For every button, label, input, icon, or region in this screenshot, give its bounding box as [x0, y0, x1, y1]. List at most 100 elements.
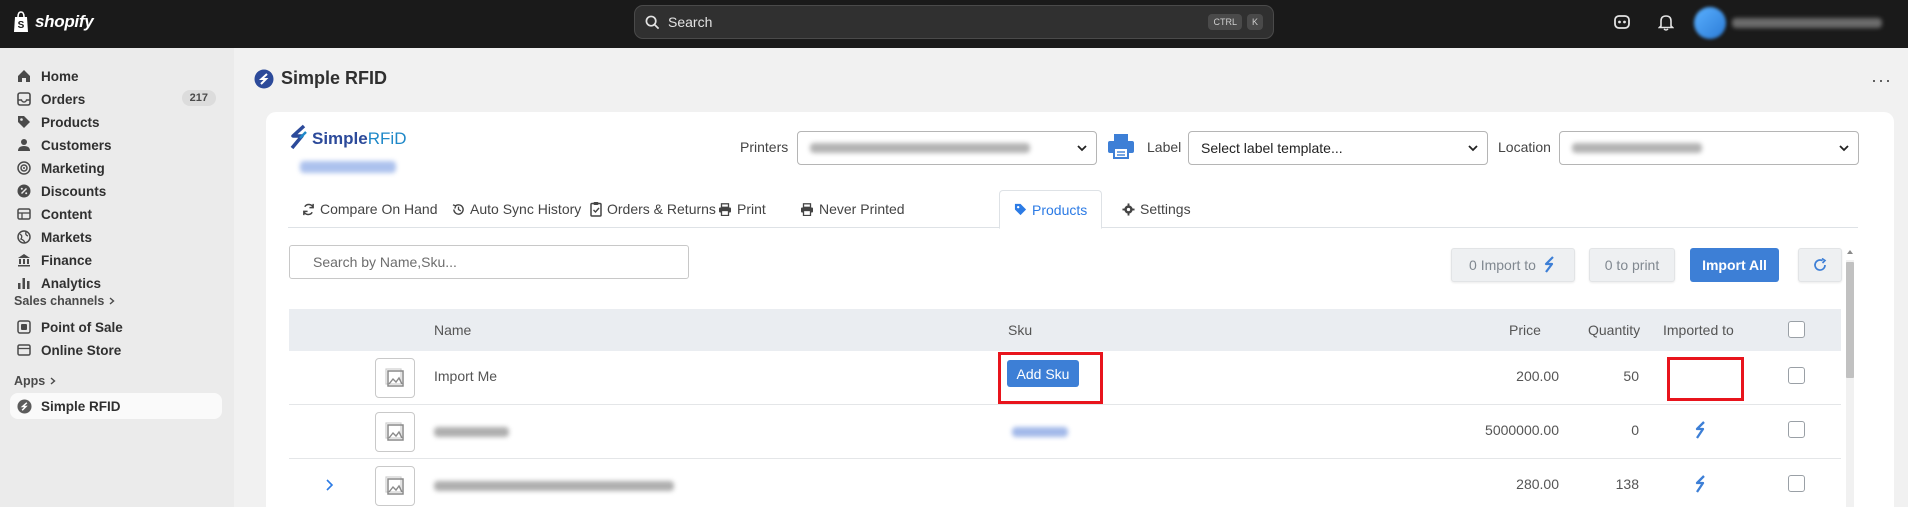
label-label: Label: [1147, 139, 1182, 155]
tab-label: Auto Sync History: [470, 201, 582, 217]
inbox-icon: [16, 91, 32, 107]
sync-icon: [303, 203, 314, 215]
table-scrollbar[interactable]: [1846, 248, 1854, 507]
person-icon: [16, 137, 32, 153]
highlight-box-add-sku: [998, 352, 1103, 404]
printer-button[interactable]: [1104, 130, 1138, 162]
logo-brand-bold: Simple: [312, 129, 368, 148]
tab-products[interactable]: Products: [999, 190, 1103, 229]
tag-icon: [16, 114, 32, 130]
simple-rfid-icon: [1544, 256, 1554, 273]
sidebar-item-label: Marketing: [41, 160, 105, 176]
store-icon[interactable]: [1612, 12, 1632, 32]
tab-compare-on-hand[interactable]: Compare On Hand: [288, 190, 452, 228]
chevron-down-icon: [1077, 145, 1087, 152]
column-imported-to: Imported to: [1663, 322, 1734, 338]
global-search[interactable]: Search CTRL K: [634, 5, 1274, 39]
tab-print[interactable]: Print: [704, 190, 780, 228]
simple-rfid-icon: [1695, 421, 1705, 439]
pos-icon: [16, 319, 32, 335]
more-actions-button[interactable]: ···: [1871, 70, 1892, 91]
row-checkbox[interactable]: [1788, 367, 1805, 384]
product-sku-redacted[interactable]: [1012, 427, 1068, 437]
sidebar-item-label: Finance: [41, 252, 93, 268]
tab-never-printed[interactable]: Never Printed: [786, 190, 919, 228]
clipboard-icon: [590, 202, 602, 217]
tab-label: Products: [1032, 201, 1088, 218]
product-thumbnail: [375, 358, 415, 398]
sidebar-item-label: Discounts: [41, 183, 107, 199]
shortcut-ctrl: CTRL: [1208, 14, 1242, 30]
highlight-box-imported-to: [1667, 357, 1744, 401]
bell-icon[interactable]: [1656, 12, 1676, 32]
printer-icon: [719, 202, 731, 216]
location-label: Location: [1498, 139, 1551, 155]
location-select[interactable]: [1559, 131, 1859, 165]
tab-label: Never Printed: [819, 201, 905, 217]
row-checkbox[interactable]: [1788, 475, 1805, 492]
row-checkbox[interactable]: [1788, 421, 1805, 438]
image-placeholder-icon: [385, 476, 404, 495]
column-sku: Sku: [1008, 322, 1033, 338]
chevron-right-icon[interactable]: [325, 479, 334, 491]
orders-count-badge: 217: [181, 90, 216, 106]
account-subtitle-redacted: [300, 161, 396, 173]
product-quantity: 138: [1615, 476, 1639, 492]
product-search-input[interactable]: Search by Name,Sku...: [289, 245, 689, 279]
tab-label: Settings: [1140, 201, 1191, 217]
content-icon: [16, 206, 32, 222]
product-thumbnail: [375, 466, 415, 506]
simple-rfid-logo: SimpleRFiD: [288, 124, 406, 154]
import-to-label: 0 Import to: [1469, 257, 1536, 273]
tab-label: Compare On Hand: [320, 201, 438, 217]
store-icon: [16, 342, 32, 358]
printer-icon: [1108, 134, 1134, 159]
image-placeholder-icon: [385, 422, 404, 441]
import-to-button[interactable]: 0 Import to: [1451, 248, 1575, 282]
refresh-button[interactable]: [1798, 248, 1842, 282]
printers-select[interactable]: [797, 131, 1097, 165]
shortcut-k: K: [1246, 14, 1263, 30]
product-name: Import Me: [434, 368, 498, 384]
apps-heading[interactable]: Apps: [14, 374, 57, 388]
column-price: Price: [1509, 322, 1541, 338]
chart-icon: [16, 275, 32, 291]
home-icon: [16, 68, 32, 84]
search-placeholder: Search by Name,Sku...: [313, 254, 457, 270]
history-icon: [452, 203, 464, 215]
sidebar-item-label: Products: [41, 114, 100, 130]
label-template-value: Select label template...: [1201, 140, 1343, 156]
select-all-checkbox[interactable]: [1788, 321, 1805, 338]
avatar: [1694, 7, 1726, 39]
sidebar-item-online-store[interactable]: Online Store: [10, 337, 222, 363]
sidebar-item-label: Online Store: [41, 342, 122, 358]
label-template-select[interactable]: Select label template...: [1188, 131, 1488, 165]
to-print-button[interactable]: 0 to print: [1589, 248, 1675, 282]
tab-label: Print: [737, 201, 766, 217]
sidebar-item-analytics[interactable]: Analytics: [10, 270, 222, 296]
image-placeholder-icon: [385, 368, 404, 387]
simple-rfid-app-icon: [254, 69, 274, 88]
sidebar-item-simple-rfid[interactable]: Simple RFID: [10, 393, 222, 419]
sidebar-item-label: Home: [41, 68, 79, 84]
scroll-thumb[interactable]: [1846, 262, 1854, 378]
tag-icon: [1014, 203, 1027, 216]
sidebar-item-label: Customers: [41, 137, 112, 153]
location-value-redacted: [1572, 143, 1702, 153]
shopify-logo[interactable]: S shopify: [12, 10, 94, 34]
sales-channels-heading[interactable]: Sales channels: [14, 294, 116, 308]
chevron-down-icon: [1839, 145, 1849, 152]
product-quantity: 0: [1631, 422, 1639, 438]
chevron-right-icon: [109, 297, 115, 305]
scroll-up-arrow-icon[interactable]: [1846, 248, 1854, 256]
logo-brand-light: RFiD: [367, 129, 407, 148]
chevron-right-icon: [50, 377, 56, 385]
sidebar-item-label: Orders: [41, 91, 86, 107]
logo-text: shopify: [35, 12, 94, 31]
tab-auto-sync-history[interactable]: Auto Sync History: [438, 190, 595, 228]
globe-icon: [16, 229, 32, 245]
account-menu[interactable]: [1694, 7, 1894, 39]
account-name-redacted: [1732, 18, 1882, 28]
tab-settings[interactable]: Settings: [1108, 190, 1205, 228]
import-all-button[interactable]: Import All: [1690, 248, 1779, 282]
